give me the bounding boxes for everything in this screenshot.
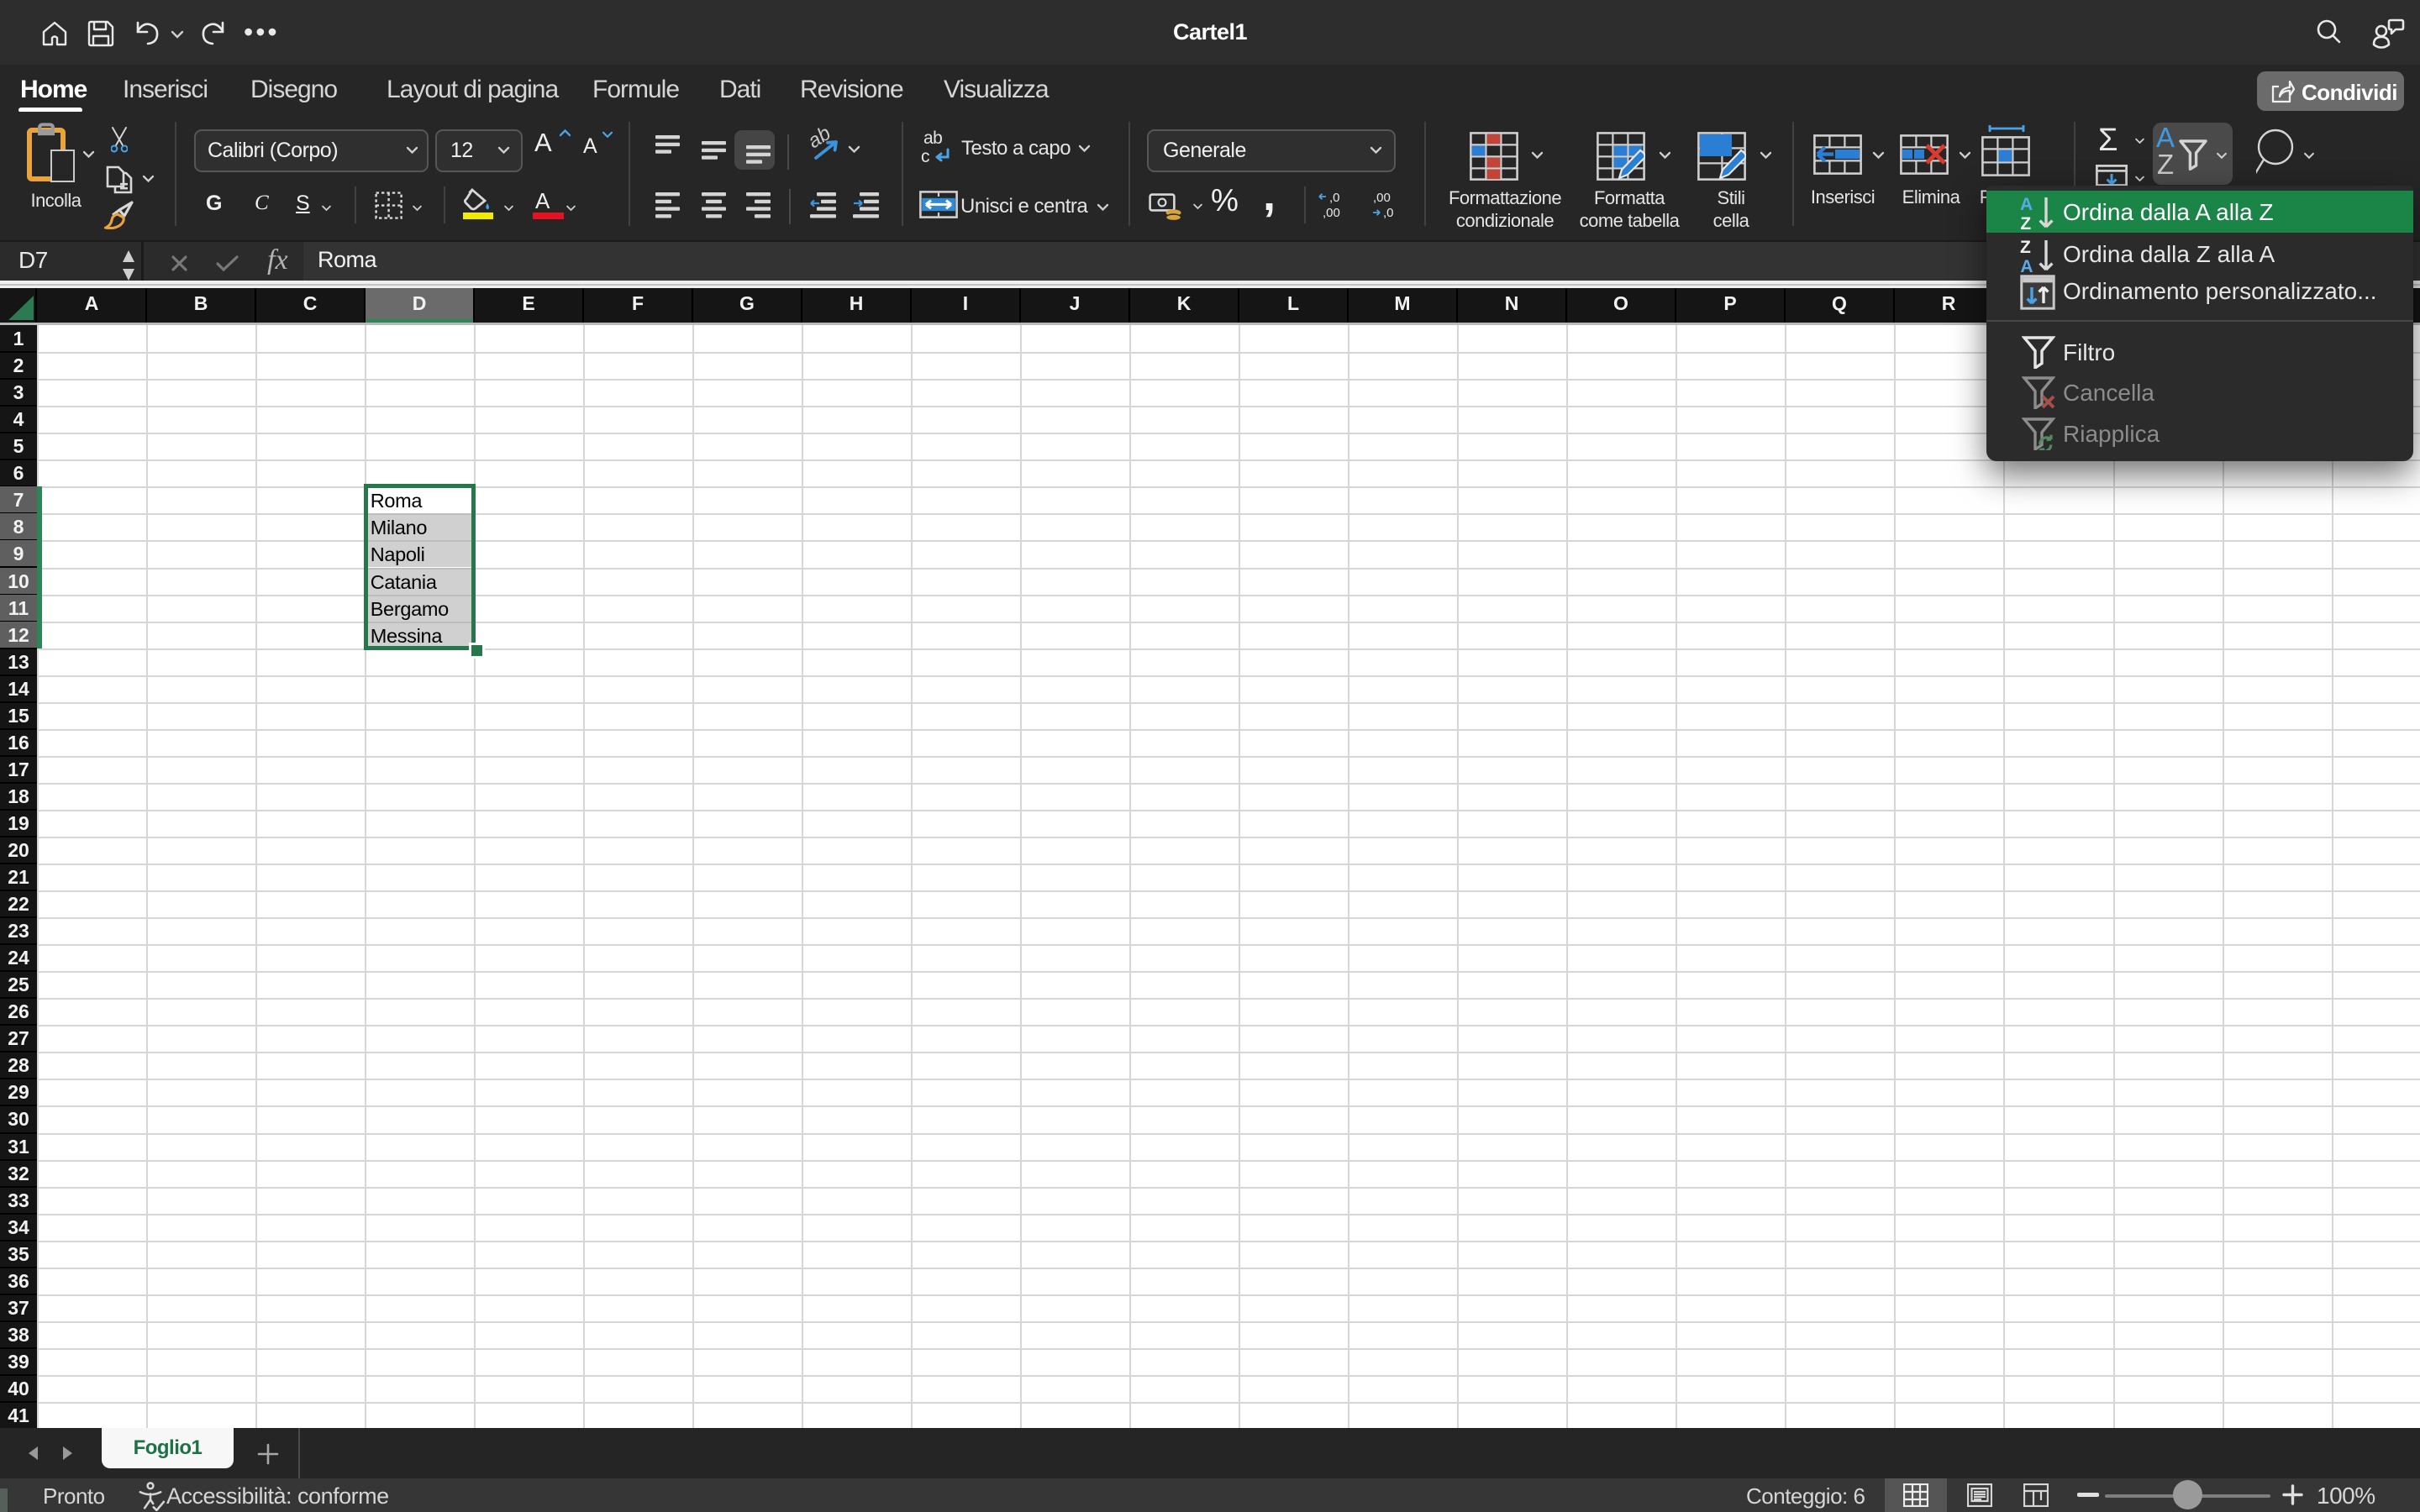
svg-text:Z: Z bbox=[2020, 238, 2031, 257]
svg-text:A: A bbox=[2020, 257, 2033, 274]
svg-text:,00: ,00 bbox=[1373, 191, 1391, 205]
svg-text:,00: ,00 bbox=[1323, 206, 1340, 220]
svg-text:Z: Z bbox=[2020, 214, 2031, 231]
svg-text:,0: ,0 bbox=[1329, 191, 1340, 205]
svg-text:,0: ,0 bbox=[1383, 206, 1394, 220]
svg-text:A: A bbox=[2020, 195, 2033, 214]
